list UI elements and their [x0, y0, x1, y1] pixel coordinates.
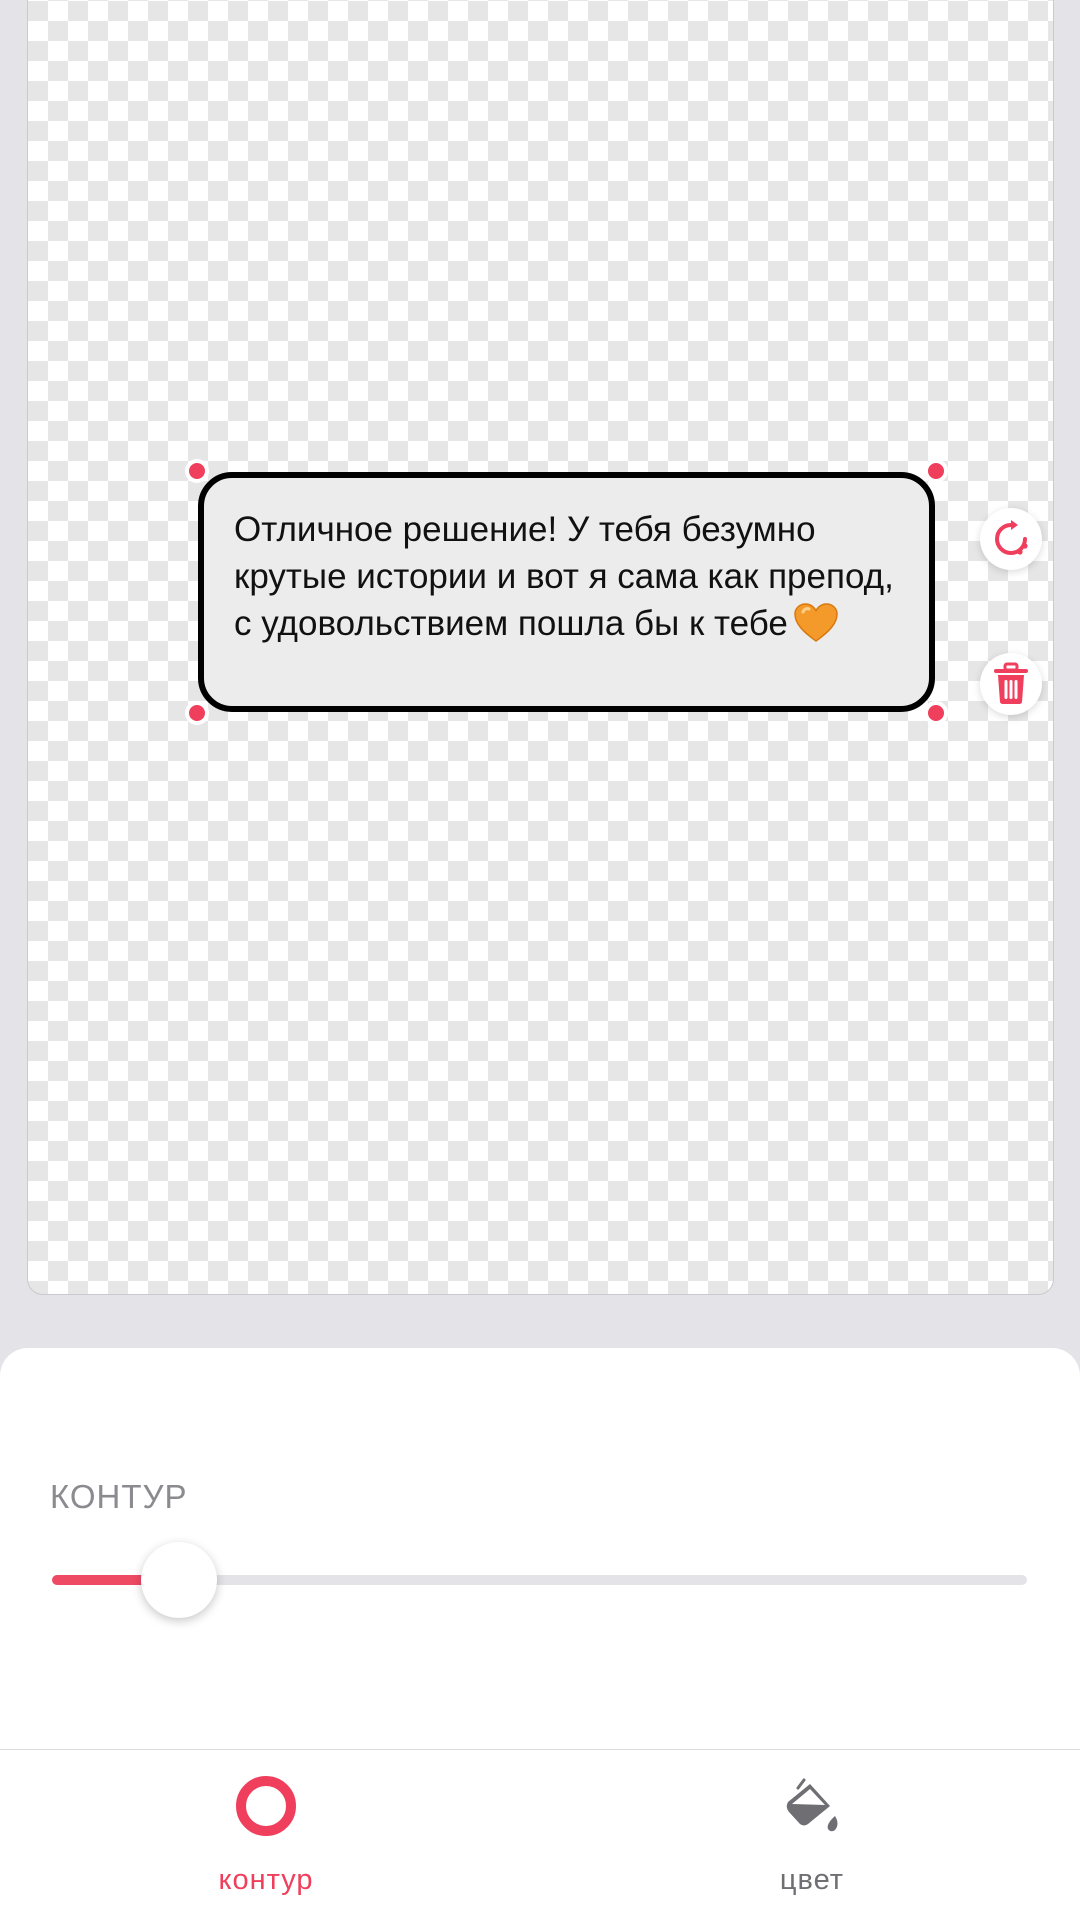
tab-outline[interactable]: контур [116, 1750, 416, 1920]
outline-circle-icon [236, 1776, 296, 1836]
trash-icon [994, 662, 1028, 704]
sticker-editor-screen: Отличное решение! У тебя безумно крутые … [0, 0, 1080, 1920]
resize-handle-top-right[interactable] [924, 459, 948, 483]
resize-handle-bottom-right[interactable] [924, 701, 948, 725]
outline-slider-thumb[interactable] [140, 1542, 217, 1618]
section-label: КОНТУР [50, 1478, 188, 1515]
tab-outline-label: контур [218, 1864, 314, 1896]
text-sticker[interactable]: Отличное решение! У тебя безумно крутые … [185, 459, 948, 725]
orange-heart-icon [794, 603, 838, 642]
message-text-block: Отличное решение! У тебя безумно крутые … [234, 506, 899, 647]
tab-color[interactable]: цвет [662, 1750, 962, 1920]
transparent-canvas[interactable]: Отличное решение! У тебя безумно крутые … [27, 0, 1054, 1295]
resize-handle-bottom-left[interactable] [185, 701, 209, 725]
rotate-button[interactable] [980, 508, 1042, 570]
resize-handle-top-left[interactable] [185, 459, 209, 483]
rotate-icon [995, 520, 1028, 555]
bottom-tab-bar: контур цвет [0, 1749, 1080, 1920]
tab-color-label: цвет [779, 1864, 845, 1896]
message-bubble[interactable]: Отличное решение! У тебя безумно крутые … [198, 472, 935, 712]
outline-slider[interactable] [52, 1542, 1027, 1618]
delete-button[interactable] [980, 653, 1042, 715]
paint-bucket-icon [786, 1778, 838, 1832]
